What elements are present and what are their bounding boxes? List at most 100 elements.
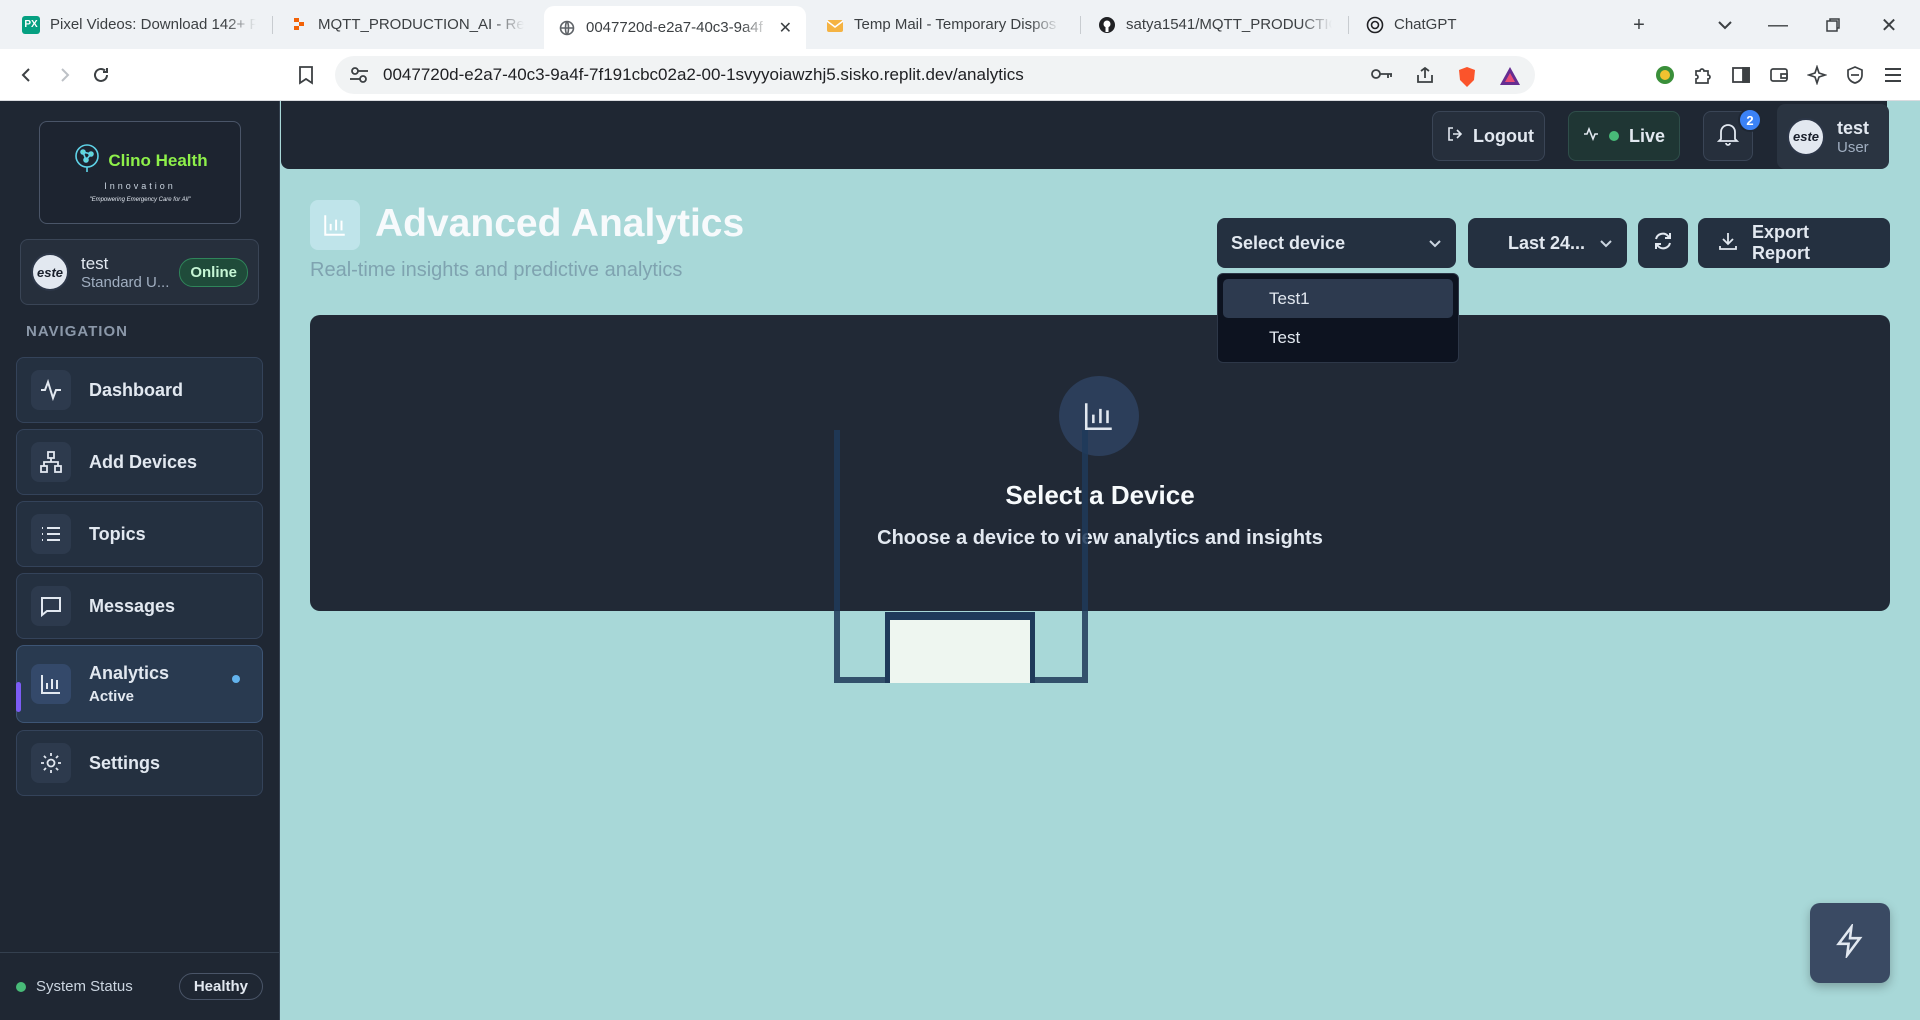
bell-icon	[1716, 122, 1740, 151]
logo-subtitle: Innovation	[104, 181, 176, 191]
top-user-role: User	[1837, 138, 1869, 156]
status-dot	[16, 981, 26, 992]
browser-tab-github[interactable]: satya1541/MQTT_PRODUCTION	[1084, 6, 1346, 43]
brain-logo-icon	[72, 142, 102, 179]
list-icon	[31, 514, 71, 554]
online-status-badge: Online	[179, 257, 248, 287]
lightning-icon	[1833, 921, 1867, 963]
page-subtitle: Real-time insights and predictive analyt…	[310, 259, 683, 281]
browser-tab-replit[interactable]: MQTT_PRODUCTION_AI - Repli	[276, 6, 538, 43]
sidebar-item-topics[interactable]: Topics	[16, 501, 263, 567]
logo-card[interactable]: Clino Health Innovation "Empowering Emer…	[39, 121, 241, 224]
sidebar-item-label: Topics	[89, 523, 146, 544]
browser-tab-bar: PX Pixel Videos: Download 142+ Fr MQTT_P…	[0, 0, 1920, 49]
close-window-button[interactable]: ✕	[1876, 12, 1902, 38]
live-dot	[1609, 131, 1619, 141]
share-icon[interactable]	[1415, 66, 1435, 89]
device-dropdown-menu: Test1 Test	[1217, 273, 1459, 363]
extensions-puzzle-icon[interactable]	[1690, 62, 1716, 88]
live-label: Live	[1628, 125, 1665, 146]
logout-label: Logout	[1473, 125, 1534, 146]
empty-state-title: Select a Device	[1005, 480, 1195, 510]
top-bar: Logout Live 2	[281, 101, 1887, 169]
browser-tab-pixel[interactable]: PX Pixel Videos: Download 142+ Fr	[8, 6, 270, 43]
analytics-header-icon	[310, 200, 360, 250]
download-icon	[1718, 231, 1738, 256]
chatgpt-icon	[1366, 16, 1384, 34]
device-select-value: Select device	[1231, 232, 1346, 253]
sidebar-item-label: Analytics	[89, 663, 170, 683]
refresh-icon	[1652, 230, 1674, 257]
browser-menu-icon[interactable]	[1880, 62, 1906, 88]
activity-icon	[1583, 126, 1599, 147]
tab-search-icon[interactable]	[1712, 12, 1738, 38]
globe-extension-icon[interactable]	[1652, 62, 1678, 88]
sidebar-item-add-devices[interactable]: Add Devices	[16, 429, 263, 495]
reload-button[interactable]	[88, 62, 114, 88]
device-select[interactable]: Select device	[1217, 218, 1456, 268]
sidebar-item-label: Add Devices	[89, 451, 198, 472]
sidebar-item-label: Dashboard	[89, 379, 184, 400]
tab-title: MQTT_PRODUCTION_AI - Repli	[318, 16, 524, 33]
sidebar: Clino Health Innovation "Empowering Emer…	[0, 101, 280, 1020]
browser-tab-active[interactable]: 0047720d-e2a7-40c3-9a4f ✕	[544, 6, 806, 49]
system-status-label: System Status	[36, 978, 133, 995]
bookmark-icon[interactable]	[293, 62, 319, 88]
chevron-down-icon	[1428, 233, 1442, 254]
close-tab-icon[interactable]: ✕	[779, 18, 792, 38]
user-name: test	[81, 253, 109, 273]
restore-button[interactable]	[1820, 12, 1846, 38]
tab-title: Temp Mail - Temporary Dispos	[854, 16, 1057, 33]
sidebar-user-card[interactable]: este test Standard U... Online	[20, 239, 259, 305]
brave-shield-icon[interactable]	[1457, 66, 1477, 93]
logo-tagline: "Empowering Emergency Care for All"	[89, 197, 191, 203]
system-status-badge: Healthy	[178, 973, 263, 1000]
page-title: Advanced Analytics	[375, 202, 745, 245]
tab-title: satya1541/MQTT_PRODUCTION	[1126, 16, 1332, 33]
forward-button[interactable]	[51, 62, 77, 88]
brave-rewards-icon[interactable]	[1499, 66, 1521, 91]
minimize-button[interactable]: —	[1765, 12, 1791, 38]
active-indicator-label: Active	[89, 688, 135, 705]
top-user-menu[interactable]: este test User	[1777, 104, 1889, 169]
sidebar-item-analytics[interactable]: Analytics Active	[16, 645, 263, 723]
bar-chart-icon	[31, 664, 71, 704]
user-role: Standard U...	[81, 273, 170, 291]
sidebar-toggle-icon[interactable]	[1728, 62, 1754, 88]
vpn-shield-icon[interactable]	[1842, 62, 1868, 88]
refresh-button[interactable]	[1638, 218, 1688, 268]
sidebar-item-label: Settings	[89, 752, 161, 773]
logout-button[interactable]: Logout	[1432, 111, 1545, 161]
device-option-test[interactable]: Test	[1223, 318, 1453, 357]
browser-toolbar: 0047720d-e2a7-40c3-9a4f-7f191cbc02a2-00-…	[0, 49, 1920, 101]
device-option-test1[interactable]: Test1	[1223, 279, 1453, 318]
time-range-value: Last 24...	[1508, 232, 1586, 253]
live-status-button[interactable]: Live	[1568, 111, 1680, 161]
url-host: 0047720d-e2a7-40c3-9a4f-7f191cbc02a2-00-…	[383, 65, 953, 84]
sidebar-item-messages[interactable]: Messages	[16, 573, 263, 639]
browser-tab-tempmail[interactable]: Temp Mail - Temporary Dispos	[812, 6, 1074, 43]
top-user-name: test	[1837, 117, 1870, 138]
time-range-select[interactable]: Last 24...	[1468, 218, 1627, 268]
new-tab-button[interactable]: +	[1626, 12, 1652, 38]
browser-tab-chatgpt[interactable]: ChatGPT	[1352, 6, 1592, 43]
site-info-icon[interactable]	[349, 66, 369, 89]
mail-favicon-icon	[826, 16, 844, 34]
tab-separator	[1080, 16, 1081, 34]
sidebar-item-settings[interactable]: Settings	[16, 730, 263, 796]
sidebar-item-dashboard[interactable]: Dashboard	[16, 357, 263, 423]
password-key-icon[interactable]	[1371, 66, 1393, 86]
back-button[interactable]	[14, 62, 40, 88]
quick-action-button[interactable]	[1810, 903, 1890, 983]
tab-separator	[272, 16, 273, 34]
export-report-button[interactable]: Export Report	[1698, 218, 1890, 268]
address-bar[interactable]: 0047720d-e2a7-40c3-9a4f-7f191cbc02a2-00-…	[335, 56, 1535, 94]
notifications-button[interactable]: 2	[1703, 108, 1762, 161]
leo-ai-icon[interactable]	[1804, 62, 1830, 88]
url-path: /analytics	[952, 65, 1024, 84]
tab-title: ChatGPT	[1394, 16, 1457, 33]
tab-title: Pixel Videos: Download 142+ Fr	[50, 16, 256, 33]
wallet-icon[interactable]	[1766, 62, 1792, 88]
nav-heading: NAVIGATION	[26, 323, 128, 340]
logo-title: Clino Health	[108, 151, 208, 170]
